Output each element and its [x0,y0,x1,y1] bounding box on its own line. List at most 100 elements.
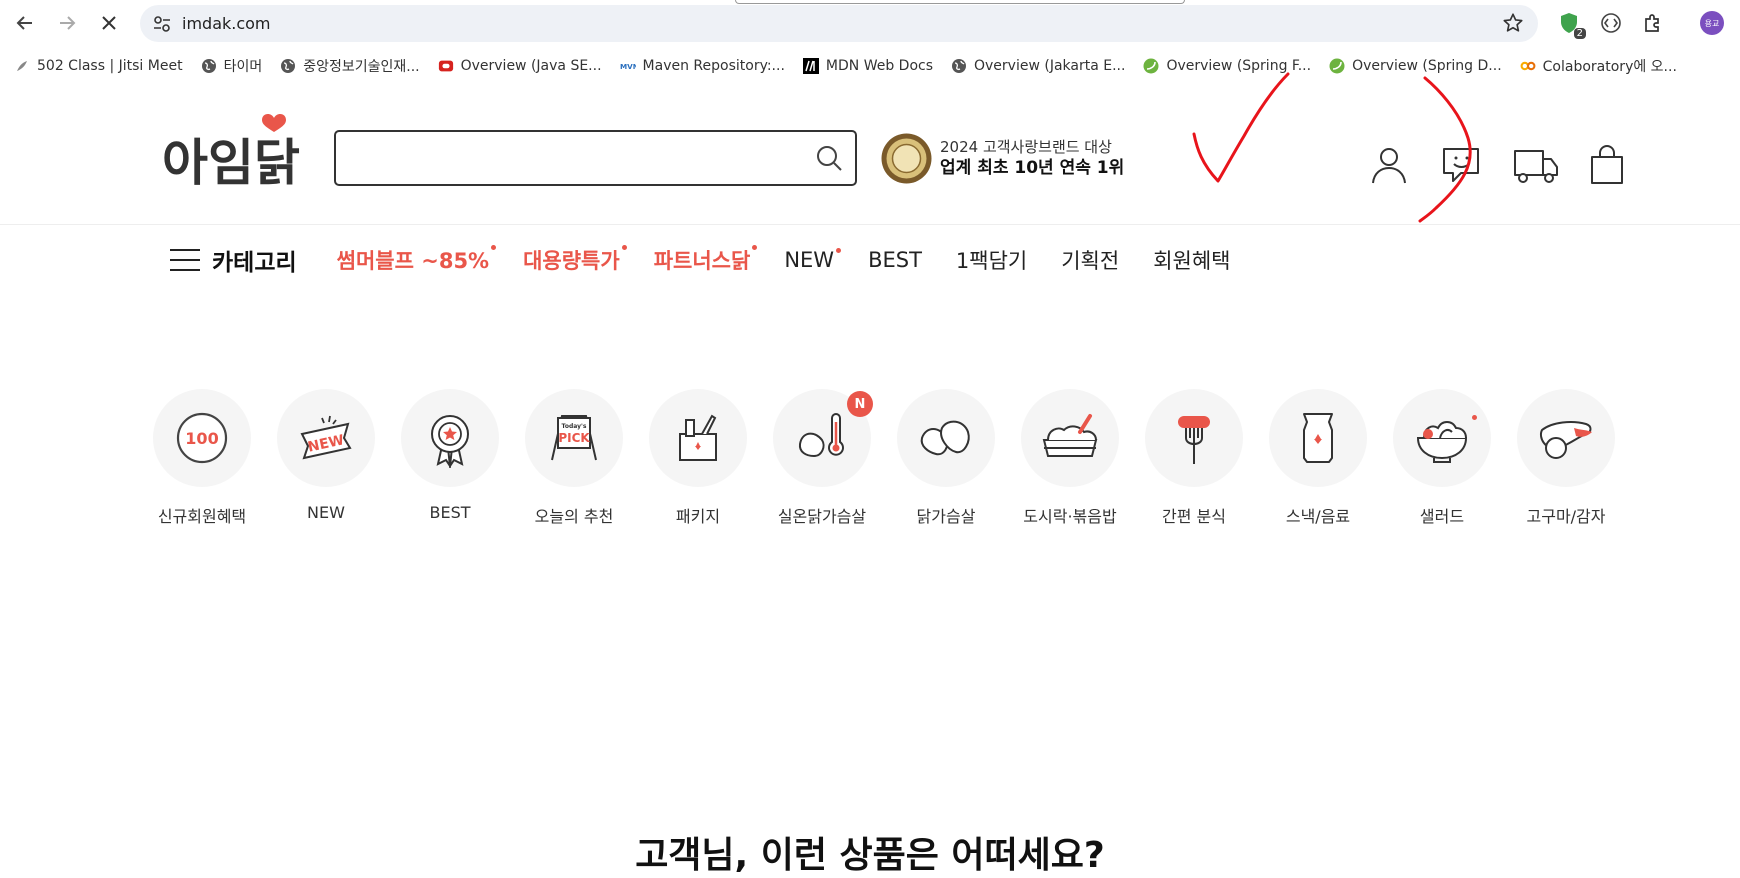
my-page-button[interactable] [1366,142,1412,188]
shield-extension-button[interactable]: 2 [1556,10,1586,39]
quick-category-label: 실온닭가슴살 [777,507,867,526]
quick-category-item[interactable]: Today's PICK 오늘의 추천 [525,389,623,527]
user-icon [1372,148,1406,184]
nav-item[interactable]: NEW [784,248,842,272]
quick-category-item[interactable]: 도시락·볶음밥 [1021,389,1119,527]
profile-initial: 용교 [1704,18,1720,28]
nav-item[interactable]: 1팩담기 [956,245,1027,275]
new-dot [836,248,842,253]
quick-category-label: 오늘의 추천 [534,507,614,526]
search-input[interactable] [350,132,810,182]
quick-category-label: 닭가슴살 [916,507,976,526]
bookmark-item[interactable]: 중앙정보기술인재... [280,56,420,76]
nav-item-label: 1팩담기 [955,249,1028,273]
extensions-button[interactable] [1640,10,1666,36]
quick-category-label: 신규회원혜택 [157,507,247,526]
new-dot [752,245,758,250]
recommend-section-title: 고객님, 이런 상품은 어떠세요? [635,835,1105,876]
award-medal-icon [881,133,932,184]
quick-category-label: 도시락·볶음밥 [1023,507,1117,526]
bookmark-label: Overview (Java SE... [460,58,602,74]
new-dot [491,245,497,250]
bookmark-label: Overview (Jakarta E... [974,58,1126,74]
award-line1: 2024 고객사랑브랜드 대상 [940,137,1112,156]
spring-icon [1329,58,1345,74]
search-box[interactable] [334,130,857,186]
search-icon[interactable] [815,144,843,172]
nav-item[interactable]: 회원혜택 [1153,245,1230,275]
quick-category-item[interactable]: NEW NEW [277,389,375,527]
nav-item[interactable]: 썸머블프 ~85% [337,245,497,275]
globe-icon [280,58,296,74]
nav-item[interactable]: BEST [868,248,922,272]
tab-strip-edge [735,0,1185,4]
nav-item[interactable]: 파트너스닭 [653,245,758,275]
bookmark-item[interactable]: Overview (Spring D... [1329,58,1502,74]
chat-button[interactable] [1438,142,1484,188]
forward-button[interactable] [52,8,82,38]
quick-category-list: 100 신규회원혜택 NEW NEW BEST Today's PICK 오늘의 추천 패키지 실… [153,389,1641,527]
chicken-breast-icon [897,389,995,487]
best-medal-icon [401,389,499,487]
logo-text: 아임닭 [162,134,300,188]
code-bracket-icon [1601,13,1621,33]
extension-badge: 2 [1573,28,1586,39]
nav-item[interactable]: 기획전 [1061,245,1119,275]
quick-category-item[interactable]: 스낵/음료 [1269,389,1367,527]
globe-icon [951,58,967,74]
bookmark-item[interactable]: MVN Maven Repository:... [620,58,785,74]
quick-category-label: 스낵/음료 [1285,507,1351,526]
stop-loading-button[interactable] [94,8,124,38]
maven-icon: MVN [620,58,636,74]
award-banner[interactable]: 2024 고객사랑브랜드 대상 업계 최초 10년 연속 1위 [880,132,1124,185]
quick-category-item[interactable]: 100 신규회원혜택 [153,389,251,527]
bookmark-item[interactable]: Colaboratory에 오... [1520,56,1677,76]
bookmark-item[interactable]: MDN Web Docs [802,58,933,74]
media-extension-button[interactable] [1598,10,1624,36]
new-dot [621,245,627,250]
bookmark-label: 502 Class | Jitsi Meet [37,58,183,74]
todays-pick-icon: Today's PICK [525,389,623,487]
site-settings-icon[interactable] [152,14,172,34]
close-icon [102,16,116,30]
bookmark-item[interactable]: Overview (Java SE... [438,58,602,74]
nav-item[interactable]: 대용량특가 [523,245,627,275]
hundred-icon: 100 [153,389,251,487]
quick-category-item[interactable]: 고구마/감자 [1517,389,1615,527]
nav-item-label: BEST [868,248,922,272]
quick-category-item[interactable]: BEST [401,389,499,527]
nav-item-label: 회원혜택 [1153,249,1231,273]
nav-item-label: 파트너스닭 [653,249,751,273]
address-bar[interactable]: imdak.com [140,5,1538,42]
bookmark-label: Maven Repository:... [642,58,785,74]
bookmarks-bar: 502 Class | Jitsi Meet 타이머 중앙정보기술인재... Over… [0,52,1740,80]
back-button[interactable] [10,8,40,38]
nav-item-label: NEW [784,248,835,272]
quick-category-item[interactable]: 실온닭가슴살 N [773,389,873,527]
profile-avatar[interactable]: 용교 [1700,11,1724,35]
quick-category-item[interactable]: 패키지 [649,389,747,527]
bookmark-item[interactable]: Overview (Jakarta E... [951,58,1125,74]
quick-category-item[interactable]: 간편 분식 [1145,389,1243,527]
quick-category-label: NEW [307,503,345,522]
bookmark-item[interactable]: Overview (Spring F... [1143,58,1311,74]
mdn-icon [802,58,819,74]
cart-button[interactable] [1584,142,1630,188]
quick-category-item[interactable]: 샐러드 [1393,389,1491,527]
quick-category-label: 고구마/감자 [1526,507,1606,526]
imdak-logo-icon: 아임닭 [162,114,300,192]
url-text: imdak.com [182,14,271,33]
site-logo[interactable]: 아임닭 [162,108,308,192]
delivery-button[interactable] [1512,142,1560,188]
category-menu-button[interactable]: 카테고리 [170,243,297,277]
quick-category-item[interactable]: 닭가슴살 [897,389,995,527]
bookmark-label: Colaboratory에 오... [1542,59,1677,75]
new-badge: N [847,391,873,417]
bookmark-item[interactable]: 타이머 [201,56,263,76]
bookmark-item[interactable]: 502 Class | Jitsi Meet [14,58,183,74]
header-divider [0,224,1740,225]
bookmark-star-icon[interactable] [1502,12,1524,34]
bookmark-label: Overview (Spring F... [1166,58,1312,74]
bookmark-label: 타이머 [223,59,263,75]
bookmark-label: 중앙정보기술인재... [303,59,420,75]
